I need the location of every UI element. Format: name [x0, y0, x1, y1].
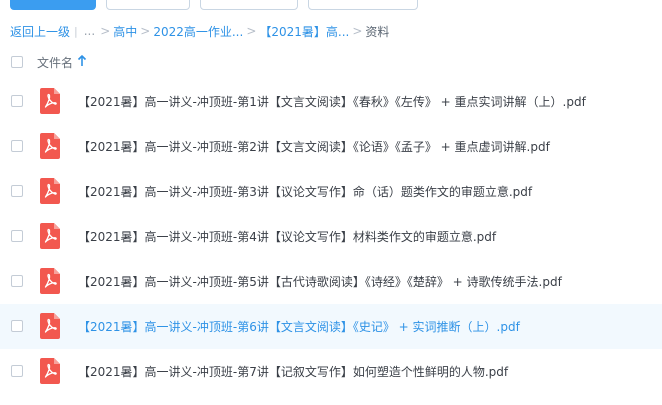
breadcrumb-separator: >: [246, 24, 257, 38]
file-name[interactable]: 【2021暑】高一讲义-冲顶班-第7讲【记叙文写作】如何塑造个性鲜明的人物.pd…: [78, 363, 508, 380]
file-row[interactable]: 【2021暑】高一讲义-冲顶班-第3讲【议论文写作】命（话）题类作文的审题立意.…: [0, 169, 662, 214]
toolbar-button[interactable]: [106, 0, 190, 10]
select-all-checkbox[interactable]: [11, 56, 23, 68]
file-name[interactable]: 【2021暑】高一讲义-冲顶班-第3讲【议论文写作】命（话）题类作文的审题立意.…: [78, 183, 532, 200]
file-name[interactable]: 【2021暑】高一讲义-冲顶班-第1讲【文言文阅读】《春秋》《左传》 + 重点实…: [78, 93, 586, 110]
row-checkbox[interactable]: [11, 185, 23, 197]
file-row[interactable]: 【2021暑】高一讲义-冲顶班-第5讲【古代诗歌阅读】《诗经》《楚辞》 + 诗歌…: [0, 259, 662, 304]
back-link[interactable]: 返回上一级: [10, 23, 70, 40]
file-row[interactable]: 【2021暑】高一讲义-冲顶班-第6讲【文言文阅读】《史记》 + 实词推断（上）…: [0, 304, 662, 349]
file-row[interactable]: 【2021暑】高一讲义-冲顶班-第7讲【记叙文写作】如何塑造个性鲜明的人物.pd…: [0, 349, 662, 394]
file-name[interactable]: 【2021暑】高一讲义-冲顶班-第4讲【议论文写作】材料类作文的审题立意.pdf: [78, 228, 496, 245]
file-row[interactable]: 【2021暑】高一讲义-冲顶班-第4讲【议论文写作】材料类作文的审题立意.pdf: [0, 214, 662, 259]
row-checkbox[interactable]: [11, 230, 23, 242]
breadcrumb: 返回上一级 | ... > 高中 > 2022高一作业... > 【2021暑】…: [10, 22, 389, 40]
pdf-file-icon: [40, 223, 60, 249]
toolbar-button[interactable]: [200, 0, 298, 10]
row-checkbox[interactable]: [11, 365, 23, 377]
pdf-file-icon: [40, 358, 60, 384]
file-name[interactable]: 【2021暑】高一讲义-冲顶班-第5讲【古代诗歌阅读】《诗经》《楚辞》 + 诗歌…: [78, 273, 562, 290]
pdf-file-icon: [40, 268, 60, 294]
upload-button[interactable]: [10, 0, 96, 10]
file-list: 【2021暑】高一讲义-冲顶班-第1讲【文言文阅读】《春秋》《左传》 + 重点实…: [0, 79, 662, 394]
divider: |: [74, 24, 78, 38]
breadcrumb-item[interactable]: 高中: [113, 23, 137, 40]
pdf-file-icon: [40, 313, 60, 339]
breadcrumb-separator: >: [100, 24, 111, 38]
toolbar: [0, 0, 662, 12]
file-row[interactable]: 【2021暑】高一讲义-冲顶班-第2讲【文言文阅读】《论语》《孟子》 + 重点虚…: [0, 124, 662, 169]
breadcrumb-separator: >: [352, 24, 363, 38]
pdf-file-icon: [40, 133, 60, 159]
file-name[interactable]: 【2021暑】高一讲义-冲顶班-第6讲【文言文阅读】《史记》 + 实词推断（上）…: [78, 318, 520, 335]
sort-ascending-icon[interactable]: [77, 54, 87, 68]
row-checkbox[interactable]: [11, 95, 23, 107]
column-header-filename[interactable]: 文件名: [37, 54, 73, 71]
breadcrumb-current: 资料: [365, 24, 390, 39]
breadcrumb-item[interactable]: 【2021暑】高...: [259, 23, 349, 40]
file-name[interactable]: 【2021暑】高一讲义-冲顶班-第2讲【文言文阅读】《论语》《孟子》 + 重点虚…: [78, 138, 550, 155]
row-checkbox[interactable]: [11, 275, 23, 287]
breadcrumb-item[interactable]: 2022高一作业...: [153, 23, 243, 40]
breadcrumb-ellipsis[interactable]: ...: [84, 24, 95, 38]
breadcrumb-separator: >: [140, 24, 151, 38]
pdf-file-icon: [40, 88, 60, 114]
file-row[interactable]: 【2021暑】高一讲义-冲顶班-第1讲【文言文阅读】《春秋》《左传》 + 重点实…: [0, 79, 662, 124]
toolbar-button[interactable]: [308, 0, 418, 10]
list-header: 文件名: [0, 49, 662, 75]
row-checkbox[interactable]: [11, 320, 23, 332]
pdf-file-icon: [40, 178, 60, 204]
row-checkbox[interactable]: [11, 140, 23, 152]
